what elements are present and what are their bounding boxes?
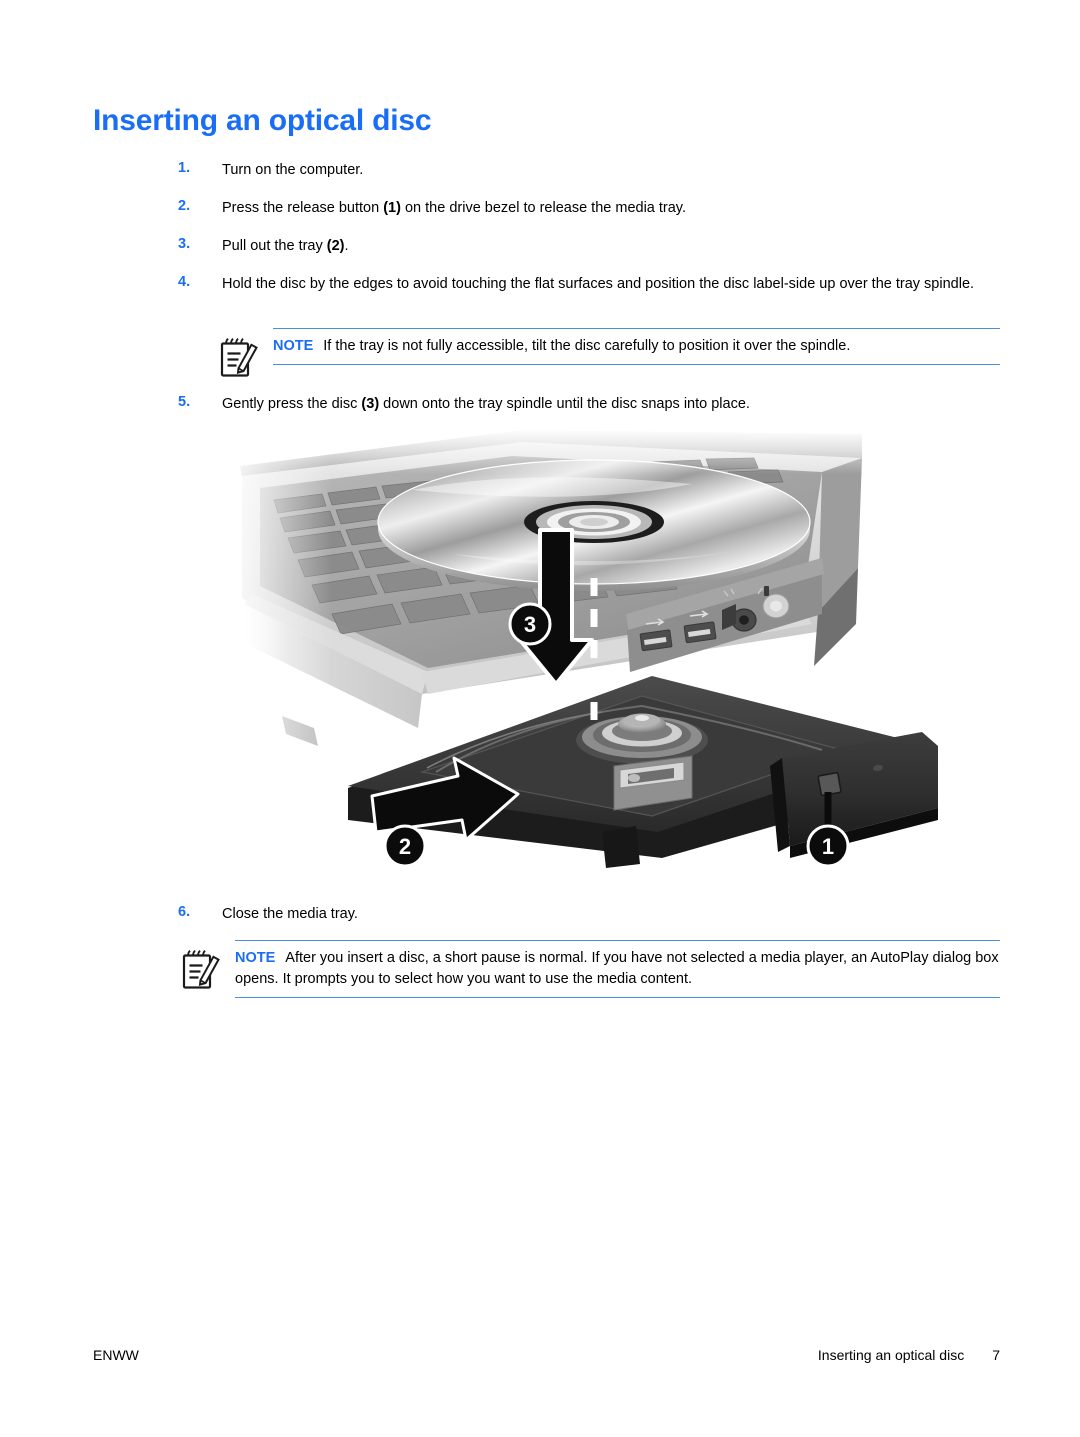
list-item: 4. Hold the disc by the edges to avoid t… bbox=[178, 274, 1008, 295]
footer-section-title: Inserting an optical disc bbox=[817, 1347, 965, 1363]
note-body: NOTE If the tray is not fully accessible,… bbox=[273, 328, 1000, 365]
callout-1-badge: 1 bbox=[806, 824, 850, 868]
step-text-part-b: . bbox=[344, 238, 349, 254]
svg-text:1: 1 bbox=[822, 834, 834, 859]
step-text-part-a: Press the release button bbox=[222, 200, 384, 216]
page-number: 7 bbox=[992, 1347, 1000, 1363]
step-text-part-a: Gently press the disc bbox=[222, 396, 362, 412]
step-ref-bold: (3) bbox=[361, 396, 380, 412]
step-text: Hold the disc by the edges to avoid touc… bbox=[222, 276, 975, 292]
step-text-part-b: on the drive bezel to release the media … bbox=[400, 200, 687, 216]
svg-text:3: 3 bbox=[524, 612, 536, 637]
note-text: After you insert a disc, a short pause i… bbox=[235, 950, 999, 987]
footer-left-label: ENWW bbox=[93, 1347, 139, 1363]
step-number: 5. bbox=[178, 394, 191, 410]
list-item: 1. Turn on the computer. bbox=[178, 160, 1008, 181]
steps-list-final: 6. Close the media tray. bbox=[178, 904, 1008, 925]
list-item: 6. Close the media tray. bbox=[178, 904, 1008, 925]
step-text-part-b: down onto the tray spindle until the dis… bbox=[379, 396, 750, 412]
step-number: 4. bbox=[178, 274, 191, 290]
step-number: 2. bbox=[178, 198, 191, 214]
steps-list: 1. Turn on the computer. 2. Press the re… bbox=[178, 160, 1008, 295]
footer-right: Inserting an optical disc 7 bbox=[818, 1347, 1000, 1363]
optical-disc bbox=[377, 459, 811, 591]
optical-drive-illustration: 3 2 1 bbox=[222, 428, 962, 890]
note-label: NOTE bbox=[273, 338, 314, 354]
step-text: Pull out the tray (2). bbox=[222, 236, 1008, 257]
list-item: 3. Pull out the tray (2). bbox=[178, 236, 1008, 257]
step-text: Press the release button (1) on the driv… bbox=[222, 198, 1008, 219]
callout-2-badge: 2 bbox=[383, 824, 427, 868]
note-text: If the tray is not fully accessible, til… bbox=[323, 338, 851, 354]
page-title: Inserting an optical disc bbox=[93, 104, 432, 137]
note-body: NOTE After you insert a disc, a short pau… bbox=[235, 940, 1000, 998]
step-text: Turn on the computer. bbox=[222, 162, 364, 178]
note-pencil-icon bbox=[218, 334, 260, 380]
steps-list-continued: 5. Gently press the disc (3) down onto t… bbox=[178, 394, 1008, 415]
step-ref-bold: (2) bbox=[326, 238, 345, 254]
svg-text:2: 2 bbox=[399, 834, 411, 859]
step-number: 6. bbox=[178, 904, 191, 920]
step-number: 3. bbox=[178, 236, 191, 252]
step-number: 1. bbox=[178, 160, 191, 176]
note-pencil-icon bbox=[180, 946, 222, 992]
list-item: 5. Gently press the disc (3) down onto t… bbox=[178, 394, 1008, 415]
document-page: Inserting an optical disc 1. Turn on the… bbox=[0, 0, 1080, 1437]
step-text: Gently press the disc (3) down onto the … bbox=[222, 394, 1008, 415]
callout-3-badge: 3 bbox=[508, 602, 552, 646]
step-ref-bold: (1) bbox=[383, 200, 401, 216]
step-text-part-a: Pull out the tray bbox=[222, 238, 327, 254]
step-text: Close the media tray. bbox=[222, 906, 358, 922]
list-item: 2. Press the release button (1) on the d… bbox=[178, 198, 1008, 219]
note-label: NOTE bbox=[235, 950, 276, 966]
